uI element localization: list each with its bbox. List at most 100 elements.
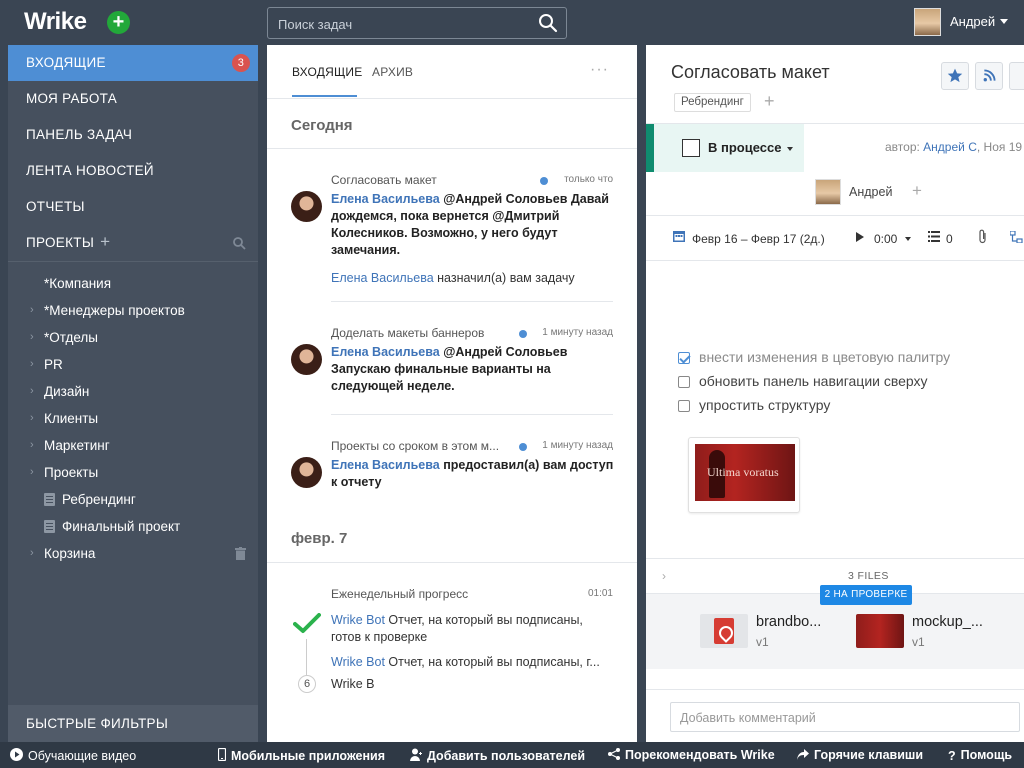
sidebar-item-reports[interactable]: ОТЧЕТЫ (8, 189, 258, 225)
project-tag[interactable]: Ребрендинг (674, 93, 751, 112)
add-tag-icon[interactable]: + (764, 91, 775, 112)
inbox-item-task[interactable]: Еженедельный прогресс (331, 587, 468, 601)
follow-button[interactable] (975, 62, 1003, 90)
file-name[interactable]: brandbo... (756, 614, 821, 630)
tree-item-clients[interactable]: › Клиенты (8, 405, 258, 432)
star-button[interactable] (941, 62, 969, 90)
footer-link-add-users[interactable]: Добавить пользователей (410, 748, 585, 763)
assignee-name[interactable]: Андрей (849, 185, 892, 199)
tree-item-pm[interactable]: › *Менеджеры проектов (8, 297, 258, 324)
tree-item-marketing[interactable]: › Маркетинг (8, 432, 258, 459)
chevron-right-icon[interactable]: › (30, 540, 34, 567)
task-title[interactable]: Согласовать макет (671, 62, 830, 83)
checkbox[interactable] (678, 400, 690, 412)
user-name: Андрей (950, 14, 996, 29)
chevron-right-icon[interactable]: › (30, 351, 34, 378)
quick-filters-button[interactable]: БЫСТРЫЕ ФИЛЬТРЫ (8, 705, 258, 742)
preview-image: Ultima voratus (695, 444, 795, 501)
tree-item-departments[interactable]: › *Отделы (8, 324, 258, 351)
search-input[interactable] (278, 14, 528, 34)
footer-link-shortcuts[interactable]: Горячие клавиши (797, 748, 923, 762)
inbox-item[interactable]: Проекты со сроком в этом м... 1 минуту н… (267, 439, 637, 499)
author-link[interactable]: Елена Васильева (331, 192, 440, 206)
tree-item-projects[interactable]: › Проекты (8, 459, 258, 486)
sidebar-item-inbox[interactable]: ВХОДЯЩИЕ 3 (8, 45, 258, 81)
more-actions-button[interactable] (1009, 62, 1024, 90)
inbox-item[interactable]: Еженедельный прогресс 01:01 6 Wrike Bot … (267, 587, 637, 697)
chevron-right-icon[interactable]: › (30, 405, 34, 432)
chevron-right-icon[interactable]: › (30, 297, 34, 324)
calendar-icon[interactable] (673, 230, 685, 242)
more-options-icon[interactable]: ··· (590, 61, 609, 79)
assignee-avatar[interactable] (815, 179, 841, 205)
footer-link-mobile[interactable]: Мобильные приложения (218, 748, 385, 763)
tree-item-design[interactable]: › Дизайн (8, 378, 258, 405)
search-box[interactable] (267, 7, 567, 39)
author-link[interactable]: Андрей С (923, 140, 977, 154)
comment-box[interactable] (670, 702, 1020, 732)
dependencies-icon[interactable] (1010, 231, 1023, 243)
tab-inbox[interactable]: ВХОДЯЩИЕ (292, 65, 362, 97)
sidebar-item-my-work[interactable]: МОЯ РАБОТА (8, 81, 258, 117)
author-link[interactable]: Елена Васильева (331, 458, 440, 472)
chevron-right-icon[interactable]: › (662, 569, 666, 583)
subtasks-icon[interactable] (928, 231, 940, 242)
inbox-item[interactable]: Доделать макеты баннеров 1 минуту назад … (267, 326, 637, 416)
chevron-right-icon[interactable]: › (30, 432, 34, 459)
inbox-item-time: 1 минуту назад (542, 440, 613, 451)
complete-checkbox[interactable] (682, 139, 700, 157)
sidebar-item-stream[interactable]: ЛЕНТА НОВОСТЕЙ (8, 153, 258, 189)
tree-item-label: Ребрендинг (62, 492, 136, 507)
author-link[interactable]: Елена Васильева (331, 345, 440, 359)
attachment-icon[interactable] (978, 229, 988, 244)
tree-item-final-project[interactable]: Финальный проект (8, 513, 258, 540)
inbox-item-task[interactable]: Доделать макеты баннеров (331, 326, 484, 340)
file-item[interactable]: brandbo... v1 (700, 614, 840, 654)
author-link[interactable]: Wrike Bot (331, 655, 385, 669)
inbox-item[interactable]: Согласовать макет только что Елена Васил… (267, 173, 637, 303)
file-item[interactable]: mockup_... v1 (856, 614, 996, 654)
chevron-right-icon[interactable]: › (30, 378, 34, 405)
image-file-thumbnail (856, 614, 904, 648)
search-icon[interactable] (538, 13, 558, 33)
trash-icon[interactable] (235, 547, 246, 560)
file-name[interactable]: mockup_... (912, 614, 983, 630)
image-preview-card[interactable]: Ultima voratus (688, 437, 800, 513)
add-project-icon[interactable]: + (100, 233, 110, 250)
wrike-logo[interactable]: Wrike (24, 8, 87, 36)
thread-count-badge[interactable]: 6 (298, 675, 316, 693)
chevron-right-icon[interactable]: › (30, 324, 34, 351)
sidebar-item-projects[interactable]: ПРОЕКТЫ + (8, 225, 258, 261)
project-doc-icon (44, 493, 55, 506)
author-link[interactable]: Елена Васильева (331, 271, 434, 285)
checkbox[interactable] (678, 376, 690, 388)
task-detail-panel: Согласовать макет Ребрендинг + В процесс… (646, 45, 1024, 742)
chevron-right-icon[interactable]: › (30, 459, 34, 486)
tab-archive[interactable]: АРХИВ (372, 65, 413, 79)
files-count[interactable]: 3 FILES (848, 570, 889, 582)
timer-value[interactable]: 0:00 (874, 232, 897, 246)
play-icon[interactable] (856, 232, 864, 242)
inbox-item-task[interactable]: Согласовать макет (331, 173, 437, 187)
tree-item-company[interactable]: *Компания (8, 270, 258, 297)
tree-item-trash[interactable]: › Корзина (8, 540, 258, 567)
user-menu[interactable]: Андрей (914, 8, 1008, 36)
search-icon[interactable] (232, 236, 246, 250)
sidebar-item-dashboard[interactable]: ПАНЕЛЬ ЗАДАЧ (8, 117, 258, 153)
tree-item-rebranding[interactable]: Ребрендинг (8, 486, 258, 513)
in-review-badge[interactable]: 2 НА ПРОВЕРКЕ (820, 585, 912, 605)
tree-item-pr[interactable]: › PR (8, 351, 258, 378)
footer-link-help[interactable]: ? Помощь (948, 748, 1012, 763)
chevron-down-icon[interactable] (905, 237, 911, 241)
footer-link-tutorials[interactable]: Обучающие видео (10, 748, 136, 763)
author-link[interactable]: Wrike Bot (331, 613, 385, 627)
share-icon (608, 748, 620, 760)
inbox-item-task[interactable]: Проекты со сроком в этом м... (331, 439, 499, 453)
task-dates[interactable]: Февр 16 – Февр 17 (2д.) (692, 232, 825, 246)
status-dropdown[interactable]: В процессе (646, 124, 804, 172)
checkbox-checked[interactable] (678, 352, 690, 364)
create-new-button[interactable]: + (107, 11, 130, 34)
add-assignee-icon[interactable]: + (912, 181, 922, 201)
comment-input[interactable] (680, 709, 1000, 727)
footer-link-recommend[interactable]: Порекомендовать Wrike (608, 748, 775, 762)
